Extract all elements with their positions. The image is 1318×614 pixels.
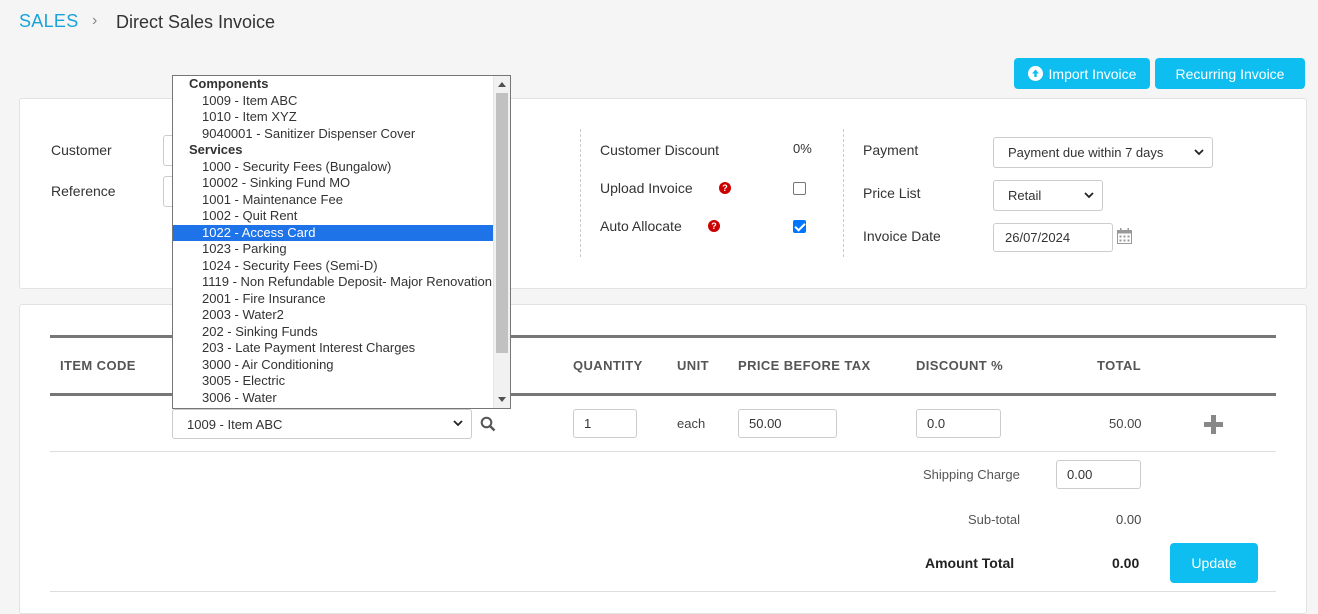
dropdown-option[interactable]: 10002 - Sinking Fund MO [173,175,494,192]
dropdown-option[interactable]: 1009 - Item ABC [173,93,494,110]
upload-icon [1027,66,1043,81]
subtotal-value: 0.00 [1116,512,1142,527]
item-dropdown-list[interactable]: Components 1009 - Item ABC 1010 - Item XYZ… [172,75,511,409]
item-dropdown-options: Components 1009 - Item ABC 1010 - Item XYZ… [173,76,494,406]
row-total: 50.00 [1109,416,1142,431]
help-icon[interactable]: ? [719,182,731,194]
shipping-charge-input[interactable]: 0.00 [1056,460,1141,489]
help-icon[interactable]: ? [708,220,720,232]
plus-icon[interactable] [1204,415,1223,434]
scroll-down-icon[interactable] [498,397,506,402]
breadcrumb-root[interactable]: SALES [19,11,79,32]
col-unit: UNIT [677,358,709,373]
dropdown-group-label: Services [189,142,243,157]
price-list-select[interactable]: Retail [993,180,1103,211]
chevron-down-icon [453,420,463,427]
amount-total-value: 0.00 [1112,555,1140,571]
dropdown-option[interactable]: 1023 - Parking [173,241,494,258]
upload-invoice-checkbox[interactable] [793,182,806,195]
dropdown-option[interactable]: 1010 - Item XYZ [173,109,494,126]
dropdown-option[interactable]: 1119 - Non Refundable Deposit- Major Ren… [173,274,494,291]
breadcrumb-separator: › [92,12,98,29]
customer-discount-label: Customer Discount [600,142,720,158]
dropdown-group-label: Components [189,76,269,91]
calendar-icon[interactable] [1117,228,1132,244]
upload-invoice-label: Upload Invoice [600,180,693,196]
dropdown-option[interactable]: 1001 - Maintenance Fee [173,192,494,209]
item-select-value: 1009 - Item ABC [187,416,283,432]
scroll-up-icon[interactable] [498,82,506,87]
amount-total-label: Amount Total [925,555,1015,571]
payment-select-value: Payment due within 7 days [1008,145,1164,160]
search-icon[interactable] [480,416,496,432]
column-divider [580,129,581,257]
auto-allocate-label: Auto Allocate [600,218,682,234]
dropdown-option[interactable]: 1000 - Security Fees (Bungalow) [173,159,494,176]
unit-value: each [677,416,706,431]
dropdown-option[interactable]: 3006 - Water [173,390,494,407]
dropdown-option[interactable]: 2003 - Water2 [173,307,494,324]
item-select[interactable]: 1009 - Item ABC [172,409,472,439]
col-price-before-tax: PRICE BEFORE TAX [738,358,871,373]
invoice-date-input[interactable]: 26/07/2024 [993,223,1113,252]
col-item-code: ITEM CODE [60,358,136,373]
page-title: Direct Sales Invoice [116,12,276,32]
dropdown-option[interactable]: 2001 - Fire Insurance [173,291,494,308]
price-list-select-value: Retail [1008,188,1042,203]
dropdown-option[interactable]: 202 - Sinking Funds [173,324,494,341]
dropdown-option[interactable]: 1002 - Quit Rent [173,208,494,225]
shipping-charge-label: Shipping Charge [923,467,1020,482]
col-quantity: QUANTITY [573,358,643,373]
dropdown-option[interactable]: 1022 - Access Card [173,224,494,241]
row-divider [50,451,1276,452]
dropdown-scrollbar[interactable] [493,76,510,408]
import-invoice-button[interactable]: Import Invoice [1014,58,1150,89]
summary-divider [50,591,1276,592]
dropdown-option[interactable]: 1024 - Security Fees (Semi-D) [173,258,494,275]
col-total: TOTAL [1097,358,1142,373]
dropdown-option[interactable]: 203 - Late Payment Interest Charges [173,340,494,357]
col-discount: DISCOUNT % [916,358,1004,373]
chevron-down-icon [1084,191,1094,198]
subtotal-label: Sub-total [968,512,1021,527]
discount-input[interactable]: 0.0 [916,409,1001,438]
invoice-date-label: Invoice Date [863,228,941,244]
recurring-invoice-button[interactable]: Recurring Invoice [1155,58,1305,89]
quantity-input[interactable]: 1 [573,409,637,438]
payment-label: Payment [863,142,919,158]
customer-discount-value: 0% [793,141,812,156]
auto-allocate-checkbox[interactable] [793,220,806,233]
dropdown-option[interactable]: 3005 - Electric [173,373,494,390]
chevron-down-icon [1194,148,1204,155]
dropdown-option[interactable]: 3000 - Air Conditioning [173,357,494,374]
update-button[interactable]: Update [1170,543,1258,583]
column-divider [843,129,844,257]
payment-select[interactable]: Payment due within 7 days [993,137,1213,168]
customer-label: Customer [51,142,112,158]
price-input[interactable]: 50.00 [738,409,837,438]
reference-label: Reference [51,183,116,199]
import-invoice-label: Import Invoice [1048,65,1137,82]
dropdown-option[interactable]: 9040001 - Sanitizer Dispenser Cover [173,126,494,143]
scrollbar-thumb[interactable] [496,93,508,353]
price-list-label: Price List [863,185,921,201]
